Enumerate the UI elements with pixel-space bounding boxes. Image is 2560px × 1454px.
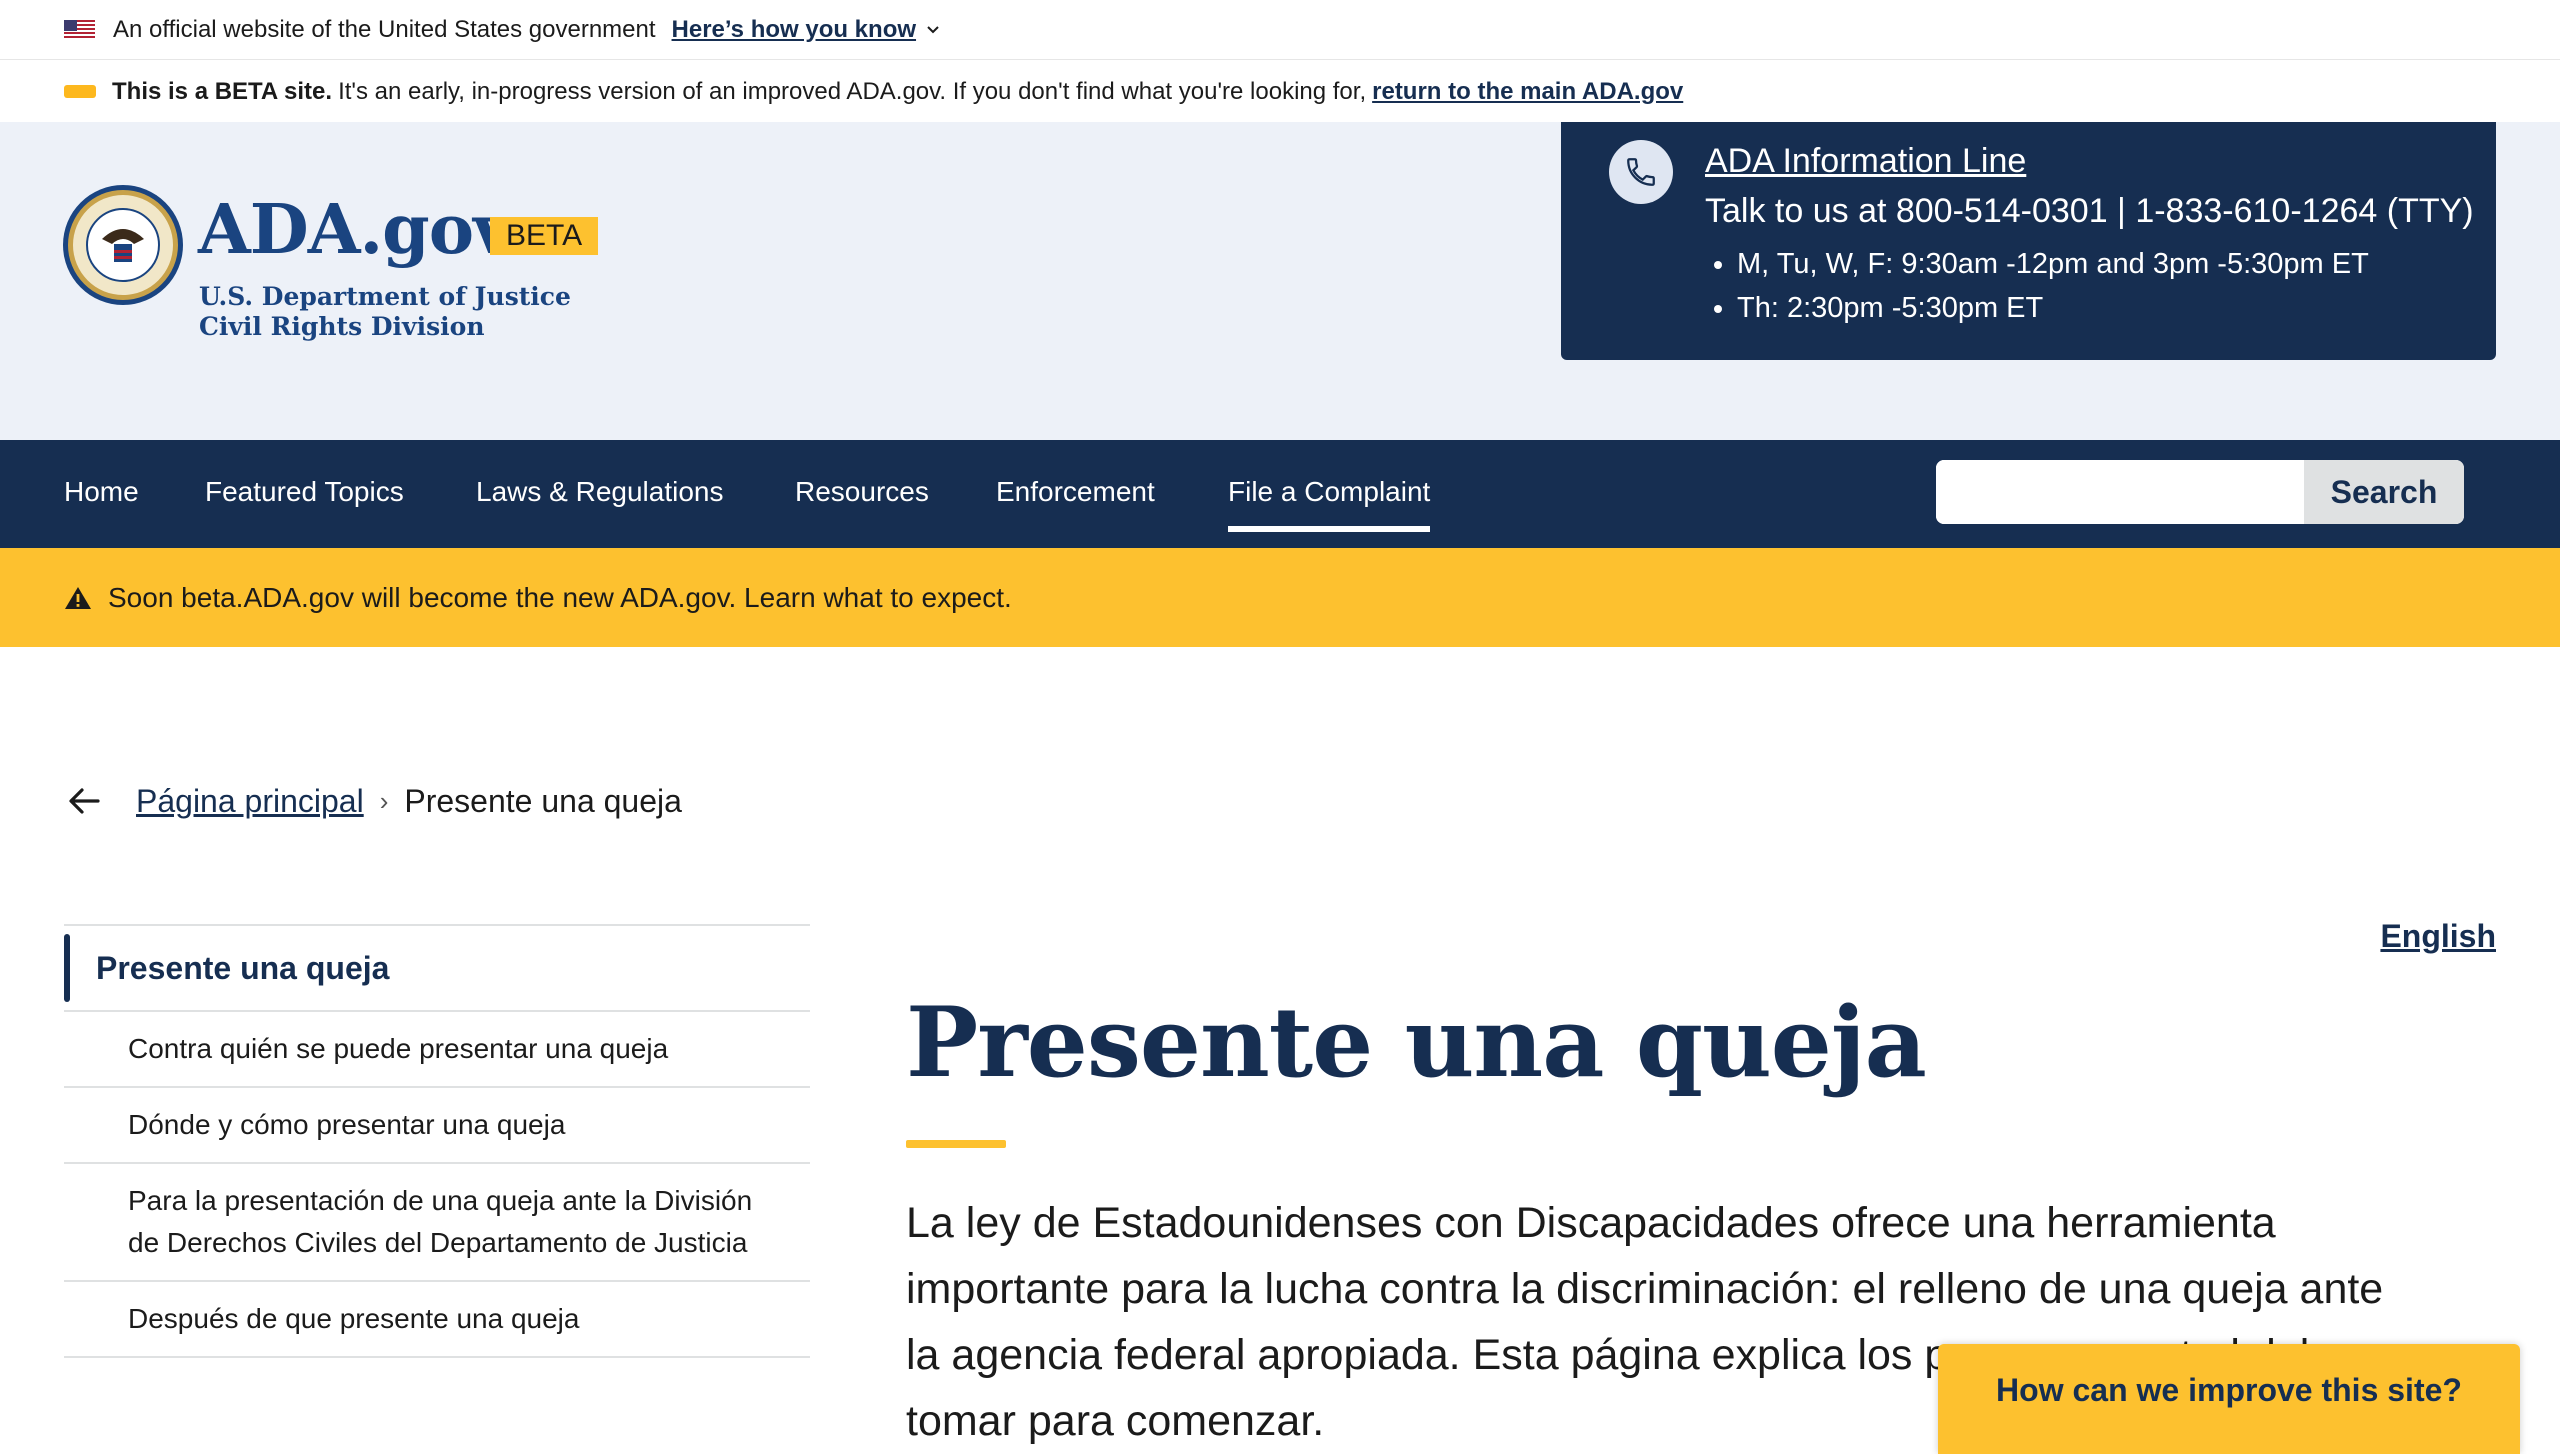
nav-home[interactable]: Home: [64, 476, 139, 508]
english-language-link[interactable]: English: [2380, 918, 2496, 955]
doj-seal-icon[interactable]: [62, 184, 184, 306]
info-line-phone-numbers: Talk to us at 800-514-0301 | 1-833-610-1…: [1705, 192, 2474, 230]
beta-banner: This is a BETA site. It's an early, in-p…: [0, 61, 2560, 122]
nav-enforcement[interactable]: Enforcement: [996, 476, 1155, 508]
department-line-1: U.S. Department of Justice: [199, 282, 571, 311]
how-you-know-link[interactable]: Here’s how you know: [672, 16, 917, 44]
nav-featured-topics[interactable]: Featured Topics: [205, 476, 404, 508]
phone-icon: [1609, 140, 1673, 204]
hours-item: M, Tu, W, F: 9:30am -12pm and 3pm -5:30p…: [1737, 242, 2369, 286]
page-title: Presente una queja: [906, 986, 1927, 1099]
search-form: Search: [1936, 460, 2464, 524]
breadcrumb: Página principal › Presente una queja: [64, 778, 682, 824]
feedback-button[interactable]: How can we improve this site?: [1938, 1344, 2520, 1454]
us-flag-icon: [64, 19, 95, 40]
chevron-down-icon[interactable]: [926, 23, 940, 37]
department-line-2: Civil Rights Division: [199, 312, 485, 341]
beta-badge: BETA: [490, 217, 599, 255]
sidenav-item-current[interactable]: Presente una queja: [64, 924, 810, 1010]
title-underline: [906, 1140, 1006, 1148]
gov-banner: An official website of the United States…: [0, 0, 2560, 60]
info-line-hours: M, Tu, W, F: 9:30am -12pm and 3pm -5:30p…: [1705, 242, 2369, 330]
nav-file-complaint[interactable]: File a Complaint: [1228, 476, 1431, 532]
sidenav-item-donde-como[interactable]: Dónde y cómo presentar una queja: [64, 1086, 810, 1162]
arrow-back-icon[interactable]: [64, 781, 104, 821]
beta-indicator-icon: [64, 85, 96, 98]
alert-text[interactable]: Soon beta.ADA.gov will become the new AD…: [108, 582, 1012, 614]
return-main-link[interactable]: return to the main ADA.gov: [1372, 78, 1683, 106]
logo-title[interactable]: ADA.gov: [198, 196, 513, 264]
hours-item: Th: 2:30pm -5:30pm ET: [1737, 286, 2369, 330]
info-line-title-link[interactable]: ADA Information Line: [1705, 142, 2026, 181]
chevron-right-icon: ›: [379, 785, 389, 816]
beta-banner-bold: This is a BETA site.: [112, 77, 333, 105]
side-nav: Presente una queja Contra quién se puede…: [64, 924, 810, 1358]
nav-laws-regulations[interactable]: Laws & Regulations: [476, 476, 723, 508]
warning-icon: [65, 586, 91, 609]
department-name: U.S. Department of Justice Civil Rights …: [199, 282, 571, 342]
site-header: ADA.gov BETA U.S. Department of Justice …: [0, 122, 2560, 440]
beta-banner-text: It's an early, in-progress version of an…: [338, 77, 1367, 105]
nav-resources[interactable]: Resources: [795, 476, 929, 508]
site-alert: Soon beta.ADA.gov will become the new AD…: [0, 548, 2560, 647]
sidenav-item-contra-quien[interactable]: Contra quién se puede presentar una quej…: [64, 1010, 810, 1086]
search-input[interactable]: [1936, 460, 2326, 524]
search-button[interactable]: Search: [2304, 460, 2464, 524]
sidenav-item-despues[interactable]: Después de que presente una queja: [64, 1280, 810, 1358]
breadcrumb-home-link[interactable]: Página principal: [136, 783, 364, 820]
site-logo[interactable]: ADA.gov: [198, 196, 513, 264]
main-nav: Home Featured Topics Laws & Regulations …: [0, 440, 2560, 548]
sidenav-item-division-derechos[interactable]: Para la presentación de una queja ante l…: [64, 1162, 810, 1280]
ada-info-line-box: ADA Information Line Talk to us at 800-5…: [1561, 122, 2496, 360]
official-website-text: An official website of the United States…: [113, 15, 656, 43]
breadcrumb-current: Presente una queja: [404, 782, 682, 819]
